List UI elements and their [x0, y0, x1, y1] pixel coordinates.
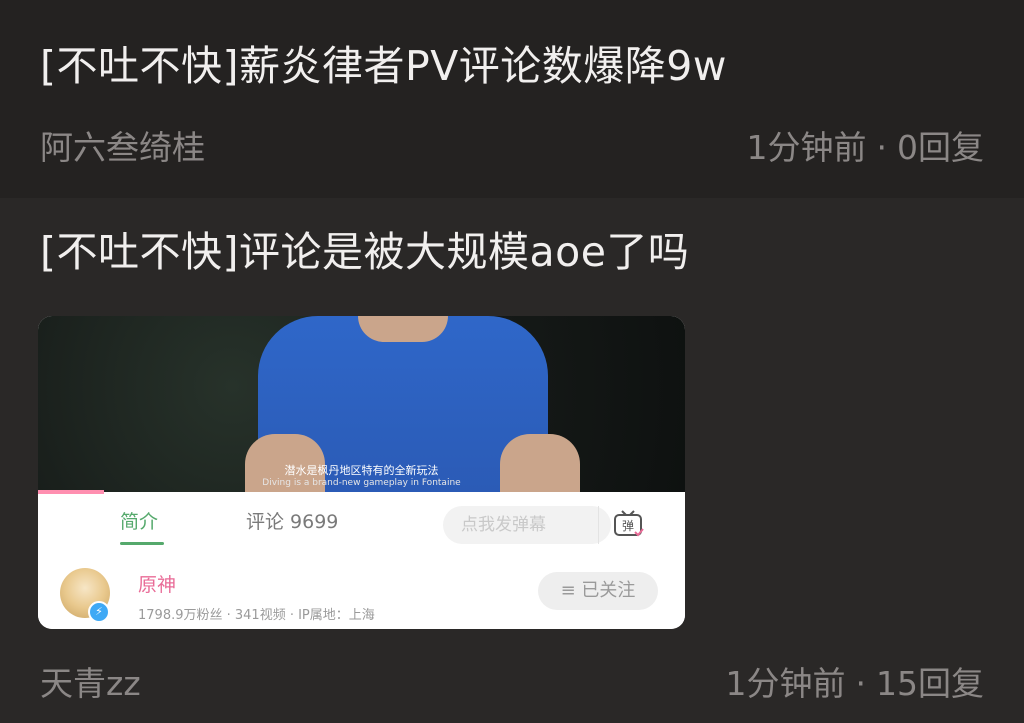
meta-separator: ·: [855, 664, 867, 703]
post-title[interactable]: [不吐不快]评论是被大规模aoe了吗: [40, 228, 689, 276]
post-card[interactable]: [不吐不快]薪炎律者PV评论数爆降9w 阿六叁绮桂 1分钟前 · 0回复: [0, 0, 1024, 198]
meta-separator: ·: [876, 128, 888, 167]
follow-button: ≡ 已关注: [538, 572, 658, 610]
person-neck: [358, 316, 448, 342]
post-replies: 15回复: [876, 664, 984, 703]
danmu-input: 点我发弹幕: [443, 506, 611, 544]
post-meta: 天青zz 1分钟前 · 15回复: [40, 664, 984, 704]
video-subtitle-en: Diving is a brand-new gameplay in Fontai…: [262, 478, 461, 488]
post-author[interactable]: 阿六叁绮桂: [40, 128, 205, 168]
post-replies: 0回复: [897, 128, 984, 167]
post-stats: 1分钟前 · 0回复: [747, 128, 985, 168]
video-subtitle-cn: 潜水是枫丹地区特有的全新玩法: [284, 464, 439, 477]
video-frame: 潜水是枫丹地区特有的全新玩法 Diving is a brand-new gam…: [38, 316, 685, 492]
post-stats: 1分钟前 · 15回复: [726, 664, 985, 704]
tab-intro: 简介: [120, 511, 159, 533]
channel-profile: ⚡ 原神 1798.9万粉丝 · 341视频 · IP属地：上海 ≡ 已关注: [38, 556, 685, 629]
post-time: 1分钟前: [725, 664, 846, 703]
post-title[interactable]: [不吐不快]薪炎律者PV评论数爆降9w: [40, 42, 727, 90]
video-tab-bar: 简介 评论 9699 点我发弹幕 弹: [38, 494, 685, 557]
channel-name: 原神: [138, 574, 177, 596]
post-time: 1分钟前: [746, 128, 867, 167]
tab-active-indicator: [120, 542, 164, 545]
post-author[interactable]: 天青zz: [40, 664, 141, 704]
danmu-toggle-icon: 弹: [598, 506, 659, 544]
post-card[interactable]: [不吐不快]评论是被大规模aoe了吗 潜水是枫丹地区特有的全新玩法 Diving…: [0, 198, 1024, 723]
post-meta: 阿六叁绮桂 1分钟前 · 0回复: [40, 128, 984, 168]
verified-badge-icon: ⚡: [88, 601, 110, 623]
channel-stats: 1798.9万粉丝 · 341视频 · IP属地：上海: [138, 608, 375, 623]
danmu-icon-glyph: 弹: [622, 519, 634, 533]
tab-comments: 评论 9699: [246, 511, 339, 533]
post-image-thumbnail[interactable]: 潜水是枫丹地区特有的全新玩法 Diving is a brand-new gam…: [38, 316, 685, 629]
